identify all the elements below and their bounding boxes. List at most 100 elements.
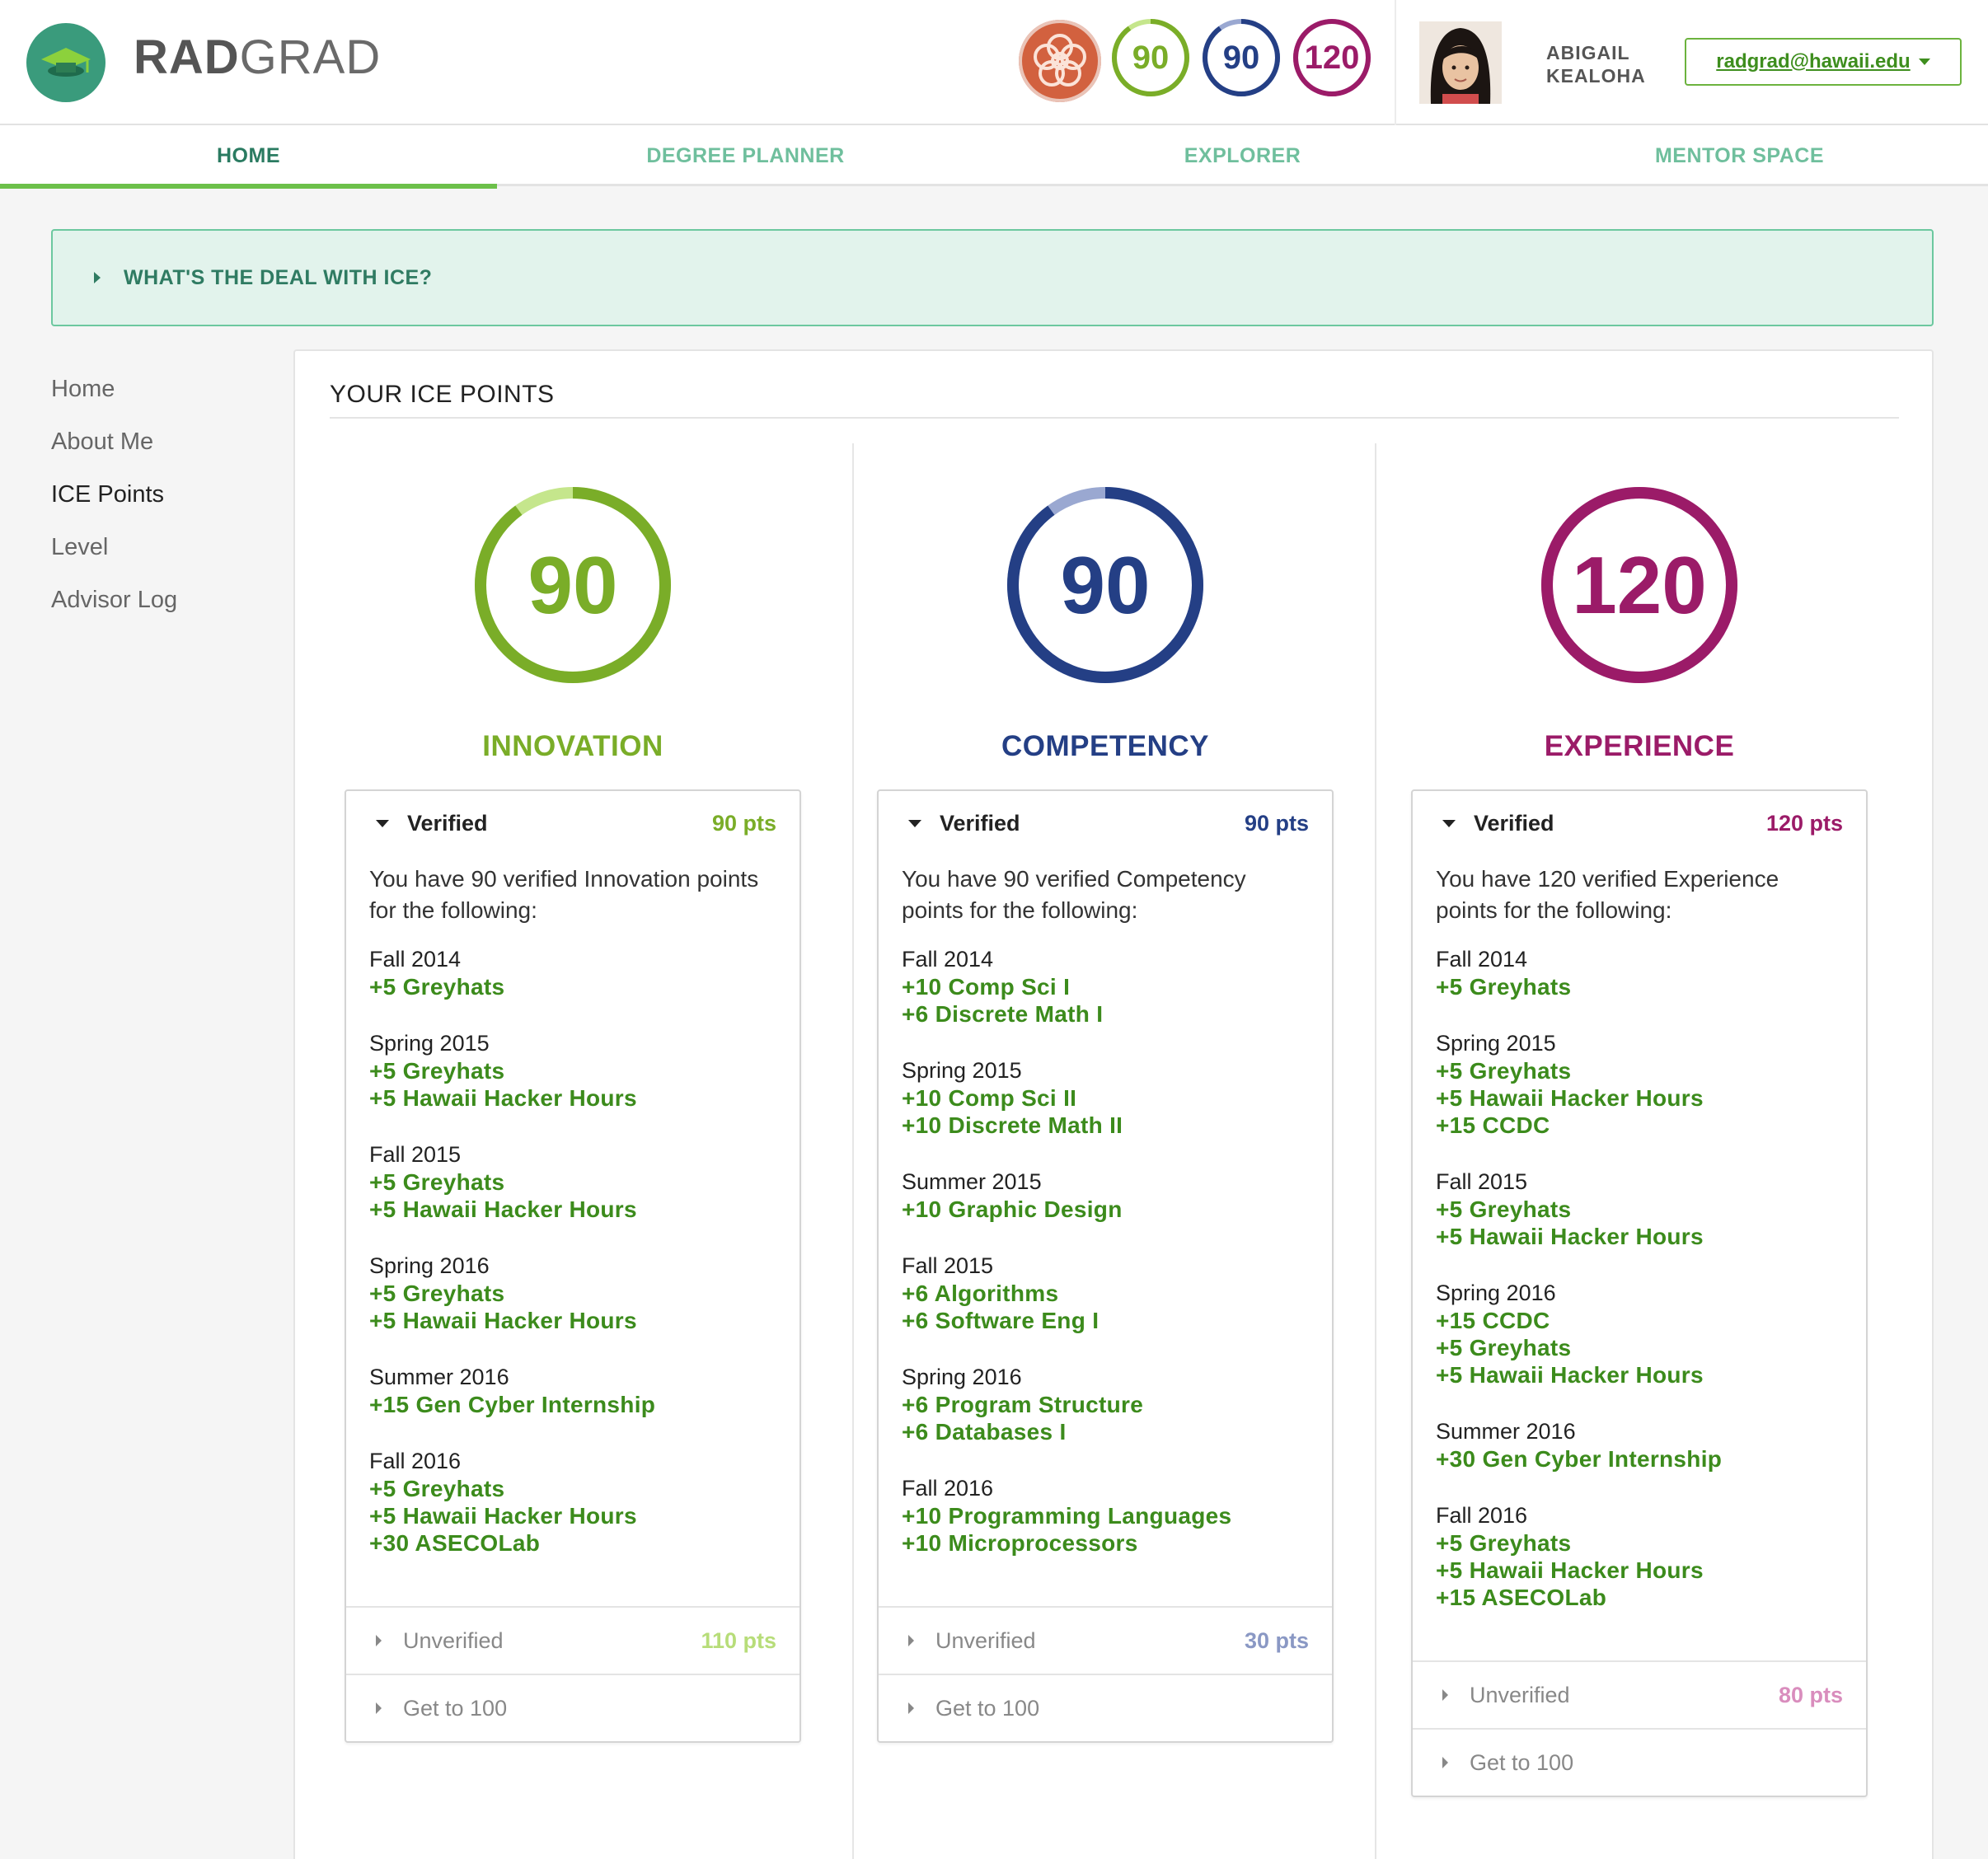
opportunity-link[interactable]: +5 Hawaii Hacker Hours [1436,1557,1843,1584]
unverified-accordion[interactable]: Unverified 30 pts [879,1606,1332,1674]
opportunity-link[interactable]: +10 Graphic Design [902,1196,1309,1223]
semester-group: Fall 2015 +5 Greyhats +5 Hawaii Hacker Hou… [369,1141,776,1223]
opportunity-link[interactable]: +5 Hawaii Hacker Hours [1436,1084,1843,1112]
semester-name: Fall 2015 [902,1253,994,1278]
verified-accordion[interactable]: Verified 90 pts [346,791,799,855]
verified-accordion[interactable]: Verified 120 pts [1413,791,1866,855]
semester-group: Fall 2015 +5 Greyhats +5 Hawaii Hacker Hou… [1436,1168,1843,1250]
opportunity-link[interactable]: +5 Greyhats [1436,1334,1843,1361]
opportunity-link[interactable]: +15 CCDC [1436,1307,1843,1334]
opportunity-link[interactable]: +10 Microprocessors [902,1529,1309,1557]
score-value: 120 [1572,539,1707,630]
opportunity-link[interactable]: +15 ASECOLab [1436,1584,1843,1611]
opportunity-link[interactable]: +6 Databases I [902,1418,1309,1445]
side-menu-advisor-log[interactable]: Advisor Log [51,574,265,626]
opportunity-link[interactable]: +5 Hawaii Hacker Hours [1436,1223,1843,1250]
tab-mentor-space[interactable]: MENTOR SPACE [1491,125,1988,186]
opportunity-link[interactable]: +5 Greyhats [1436,1529,1843,1557]
caret-right-icon [1442,1757,1448,1768]
opportunity-link[interactable]: +5 Greyhats [369,1475,776,1502]
opportunity-link[interactable]: +5 Greyhats [369,1057,776,1084]
side-menu-about-me[interactable]: About Me [51,415,265,468]
experience-score-ring[interactable]: 120 [1537,483,1742,687]
graduation-cap-logo-icon[interactable] [26,23,105,102]
opportunity-link[interactable]: +5 Greyhats [369,1168,776,1196]
verified-label: Verified [407,810,488,836]
opportunity-link[interactable]: +6 Algorithms [902,1280,1309,1307]
side-menu-level[interactable]: Level [51,521,265,574]
semester-name: Spring 2016 [369,1253,490,1278]
header-divider [1395,0,1396,125]
get-to-100-accordion[interactable]: Get to 100 [1413,1728,1866,1796]
opportunity-link[interactable]: +30 ASECOLab [369,1529,776,1557]
points-card: Verified 120 pts You have 120 verified Exp… [1411,789,1868,1797]
tab-degree-planner[interactable]: DEGREE PLANNER [497,125,994,186]
opportunity-link[interactable]: +6 Discrete Math I [902,1000,1309,1028]
ice-info-accordion[interactable]: WHAT'S THE DEAL WITH ICE? [51,229,1934,326]
semester-name: Summer 2016 [1436,1419,1576,1444]
user-first-name: ABIGAIL [1546,42,1630,63]
opportunity-link[interactable]: +6 Software Eng I [902,1307,1309,1334]
user-email-dropdown[interactable]: radgrad@hawaii.edu [1685,38,1962,86]
verified-points: 90 pts [711,810,776,836]
opportunity-link[interactable]: +5 Greyhats [369,973,776,1000]
competency-column: 90 COMPETENCY Verified 90 pts You have 90 ve… [852,351,1375,1859]
caret-right-icon [908,1702,914,1714]
semester-group: Fall 2016 +5 Greyhats +5 Hawaii Hacker Hou… [369,1448,776,1557]
opportunity-link[interactable]: +5 Greyhats [369,1280,776,1307]
opportunity-link[interactable]: +15 Gen Cyber Internship [369,1391,776,1418]
side-menu-home[interactable]: Home [51,363,265,415]
opportunity-link[interactable]: +6 Program Structure [902,1391,1309,1418]
unverified-accordion[interactable]: Unverified 110 pts [346,1606,799,1674]
tab-explorer[interactable]: EXPLORER [994,125,1491,186]
opportunity-link[interactable]: +15 CCDC [1436,1112,1843,1139]
semester-name: Fall 2016 [902,1476,994,1501]
opportunity-link[interactable]: +5 Greyhats [1436,1057,1843,1084]
level-flower-icon[interactable] [1019,20,1101,102]
score-value: 90 [1060,539,1151,630]
verified-details: You have 120 verified Experience points … [1413,855,1866,1660]
competency-score-ring[interactable]: 90 [1003,483,1207,687]
opportunity-link[interactable]: +10 Discrete Math II [902,1112,1309,1139]
semester-group: Fall 2016 +5 Greyhats +5 Hawaii Hacker Hou… [1436,1502,1843,1611]
semester-name: Spring 2015 [1436,1031,1556,1056]
semester-group: Spring 2015 +10 Comp Sci II +10 Discrete M… [902,1057,1309,1139]
caret-right-icon [376,1702,382,1714]
user-email-label: radgrad@hawaii.edu [1716,50,1911,73]
caret-down-icon [908,819,921,827]
semester-name: Summer 2016 [369,1365,509,1389]
get-to-100-accordion[interactable]: Get to 100 [879,1674,1332,1741]
ice-points-panel: YOUR ICE POINTS 90 INNOVATION Verified 90 p… [293,349,1934,1859]
innovation-column: 90 INNOVATION Verified 90 pts You have 90 ve… [330,351,852,1859]
opportunity-link[interactable]: +5 Hawaii Hacker Hours [369,1307,776,1334]
verified-accordion[interactable]: Verified 90 pts [879,791,1332,855]
experience-column: 120 EXPERIENCE Verified 120 pts You have 120… [1375,351,1897,1859]
side-menu-ice-points[interactable]: ICE Points [51,468,265,521]
opportunity-link[interactable]: +5 Greyhats [1436,1196,1843,1223]
unverified-accordion[interactable]: Unverified 80 pts [1413,1660,1866,1728]
opportunity-link[interactable]: +10 Comp Sci II [902,1084,1309,1112]
tab-home[interactable]: HOME [0,125,497,189]
opportunity-link[interactable]: +5 Hawaii Hacker Hours [1436,1361,1843,1388]
opportunity-link[interactable]: +10 Programming Languages [902,1502,1309,1529]
competency-score-mini[interactable]: 90 [1200,16,1282,99]
semester-group: Summer 2016 +30 Gen Cyber Internship [1436,1418,1843,1473]
semester-name: Fall 2016 [369,1449,462,1473]
semester-group: Summer 2016 +15 Gen Cyber Internship [369,1364,776,1418]
innovation-score-mini[interactable]: 90 [1109,16,1192,99]
opportunity-link[interactable]: +5 Hawaii Hacker Hours [369,1084,776,1112]
main-nav: HOME DEGREE PLANNER EXPLORER MENTOR SPAC… [0,125,1988,189]
semester-group: Spring 2015 +5 Greyhats +5 Hawaii Hacker H… [1436,1030,1843,1139]
opportunity-link[interactable]: +5 Greyhats [1436,973,1843,1000]
avatar[interactable] [1419,21,1502,104]
get-to-100-accordion[interactable]: Get to 100 [346,1674,799,1741]
semester-name: Fall 2014 [902,947,994,972]
opportunity-link[interactable]: +5 Hawaii Hacker Hours [369,1196,776,1223]
innovation-score-ring[interactable]: 90 [471,483,675,687]
experience-score-mini[interactable]: 120 [1291,16,1373,99]
opportunity-link[interactable]: +10 Comp Sci I [902,973,1309,1000]
opportunity-link[interactable]: +30 Gen Cyber Internship [1436,1445,1843,1473]
opportunity-link[interactable]: +5 Hawaii Hacker Hours [369,1502,776,1529]
brand-name[interactable]: RADGRAD [134,30,381,85]
semester-name: Fall 2016 [1436,1503,1528,1528]
